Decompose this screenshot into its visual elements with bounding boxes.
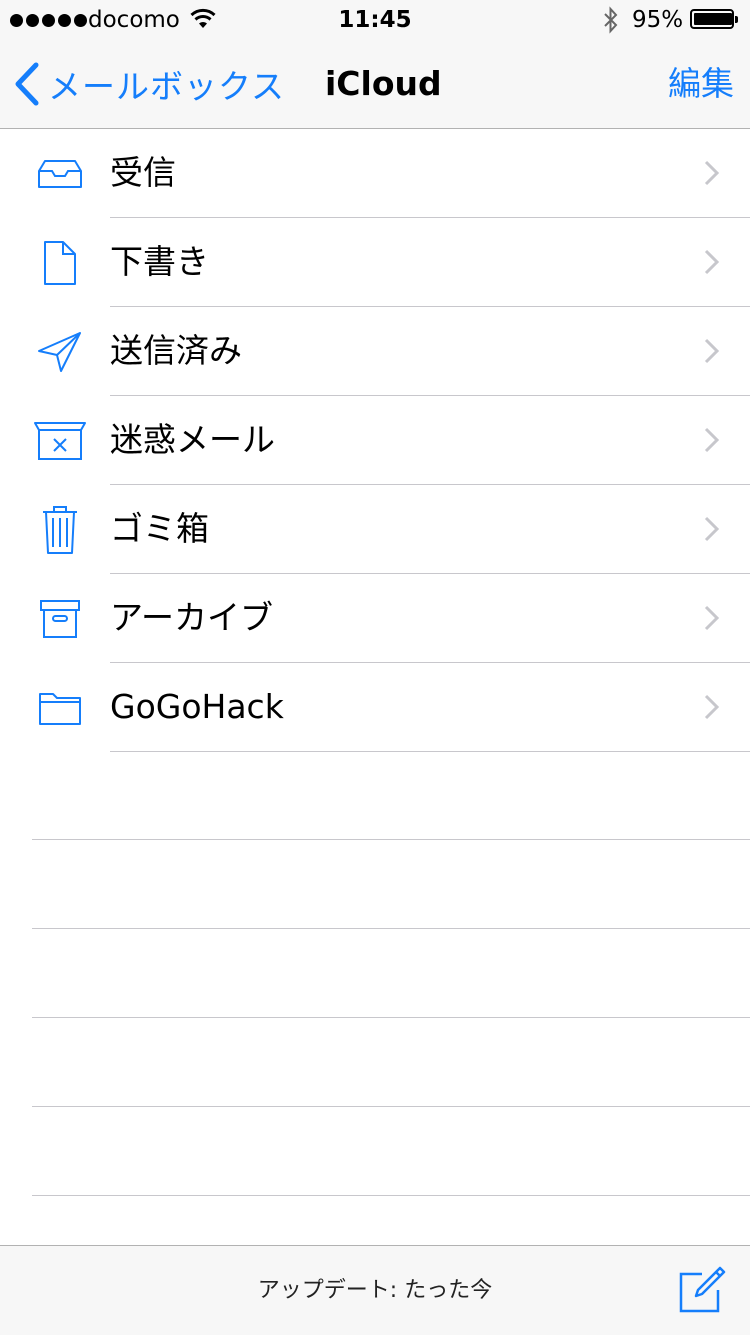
mailbox-label: アーカイブ <box>110 598 274 637</box>
update-status: アップデート: たった今 <box>257 1278 493 1303</box>
inbox-icon <box>32 129 88 218</box>
mailbox-label: 下書き <box>110 242 209 281</box>
mailbox-row-junk[interactable]: 迷惑メール <box>0 396 750 485</box>
row-separator <box>110 751 750 752</box>
bluetooth-icon <box>604 6 618 34</box>
empty-row-separator <box>32 839 750 840</box>
back-button-label: メールボックス <box>48 67 286 106</box>
battery-icon <box>690 9 738 29</box>
chevron-left-icon <box>15 62 39 106</box>
mailbox-row-trash[interactable]: ゴミ箱 <box>0 485 750 574</box>
archive-box-icon <box>32 574 88 663</box>
mailbox-row-inbox[interactable]: 受信 <box>0 129 750 218</box>
chevron-right-icon <box>704 694 720 720</box>
trash-icon <box>32 485 88 574</box>
mailbox-row-folder[interactable]: GoGoHack <box>0 663 750 752</box>
empty-row-separator <box>32 1106 750 1107</box>
compose-icon[interactable] <box>676 1266 726 1316</box>
empty-row-separator <box>32 1195 750 1196</box>
mailbox-label: GoGoHack <box>110 687 284 726</box>
folder-icon <box>32 663 88 752</box>
bottom-toolbar: アップデート: たった今 <box>0 1245 750 1335</box>
mailbox-row-archive[interactable]: アーカイブ <box>0 574 750 663</box>
junk-box-icon <box>32 396 88 485</box>
mailbox-label: 受信 <box>110 153 176 192</box>
mailbox-row-sent[interactable]: 送信済み <box>0 307 750 396</box>
chevron-right-icon <box>704 427 720 453</box>
mailbox-label: ゴミ箱 <box>110 509 209 548</box>
empty-row-separator <box>32 1017 750 1018</box>
status-bar: docomo 11:45 95% <box>0 0 750 40</box>
mailbox-list: 受信 下書き 送信済み 迷惑メール ゴミ箱 アーカイブ GoGoHack <box>0 129 750 752</box>
chevron-right-icon <box>704 605 720 631</box>
chevron-right-icon <box>704 516 720 542</box>
mailbox-label: 迷惑メール <box>110 420 275 459</box>
battery-percent: 95% <box>632 7 684 33</box>
document-icon <box>32 218 88 307</box>
top-bar: docomo 11:45 95% メールボックス iCloud 編集 <box>0 0 750 129</box>
empty-row-separator <box>32 928 750 929</box>
mailbox-row-drafts[interactable]: 下書き <box>0 218 750 307</box>
page-title: iCloud <box>325 64 442 103</box>
chevron-right-icon <box>704 160 720 186</box>
mailbox-label: 送信済み <box>110 331 242 370</box>
chevron-right-icon <box>704 249 720 275</box>
back-button[interactable]: メールボックス <box>14 40 285 128</box>
edit-button[interactable]: 編集 <box>668 40 734 128</box>
chevron-right-icon <box>704 338 720 364</box>
navigation-bar: メールボックス iCloud 編集 <box>0 40 750 128</box>
paper-plane-icon <box>32 307 88 396</box>
